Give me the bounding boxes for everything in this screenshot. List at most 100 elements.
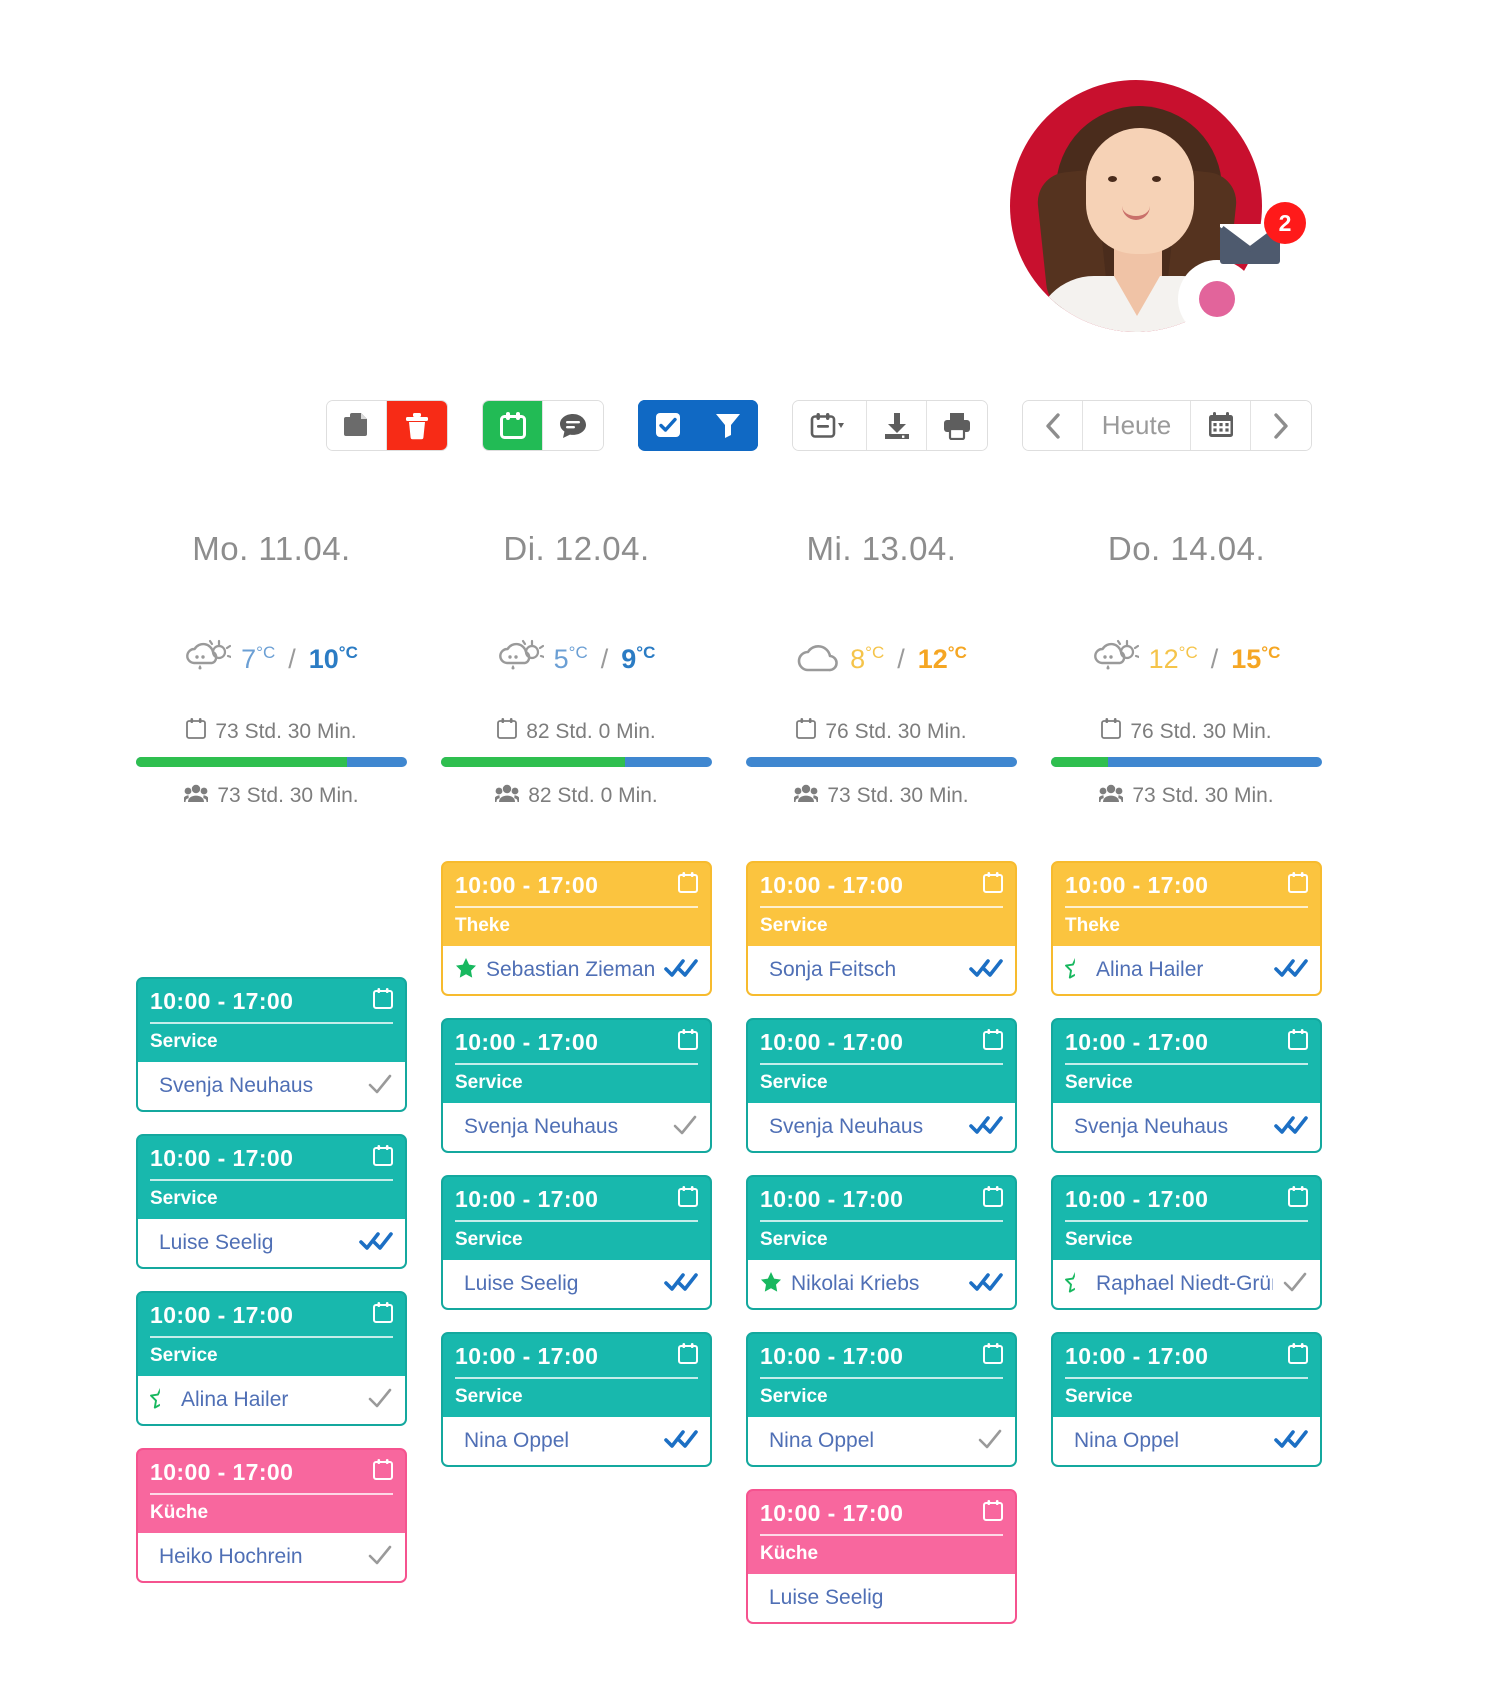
comment-button[interactable] xyxy=(543,401,603,450)
shift-list: 10:00 - 17:00 Service Sonja Feitsch 10:0… xyxy=(746,861,1017,1624)
previous-period-button[interactable] xyxy=(1023,401,1083,450)
shift-card[interactable]: 10:00 - 17:00 Service Luise Seelig xyxy=(441,1175,712,1310)
shift-card[interactable]: 10:00 - 17:00 Service Nina Oppel xyxy=(746,1332,1017,1467)
shift-time: 10:00 - 17:00 xyxy=(150,988,294,1014)
empty-slot xyxy=(136,861,407,977)
cloud-icon xyxy=(796,640,840,679)
shift-person-name: Svenja Neuhaus xyxy=(464,1115,619,1138)
people-icon xyxy=(1097,783,1125,809)
shift-card[interactable]: 10:00 - 17:00 Service Luise Seelig xyxy=(136,1134,407,1269)
shift-time: 10:00 - 17:00 xyxy=(150,1459,294,1485)
shift-card[interactable]: 10:00 - 17:00 Service Alina Hailer xyxy=(136,1291,407,1426)
shift-card-footer: Nina Oppel xyxy=(1053,1417,1320,1465)
shift-card[interactable]: 10:00 - 17:00 Service Nina Oppel xyxy=(441,1332,712,1467)
shift-calendar-icon xyxy=(1288,1343,1308,1370)
shift-status-icon xyxy=(1274,1114,1308,1141)
shift-calendar-icon xyxy=(983,1500,1003,1527)
weather-max-temp: 10°C xyxy=(308,643,358,674)
shift-person-name: Svenja Neuhaus xyxy=(769,1115,924,1138)
select-all-button[interactable] xyxy=(638,400,698,449)
shift-time: 10:00 - 17:00 xyxy=(150,1145,294,1171)
planned-hours-row: 73 Std. 30 Min. xyxy=(136,718,407,746)
delete-button[interactable] xyxy=(387,401,447,450)
shift-card[interactable]: 10:00 - 17:00 Service Svenja Neuhaus xyxy=(441,1018,712,1153)
navigation-group: Heute xyxy=(1022,400,1312,451)
actual-hours-row: 73 Std. 30 Min. xyxy=(1051,783,1322,809)
shift-card-header: 10:00 - 17:00 Küche xyxy=(748,1491,1015,1574)
actual-hours-row: 73 Std. 30 Min. xyxy=(136,783,407,809)
shift-calendar-icon xyxy=(1288,1186,1308,1213)
shift-time: 10:00 - 17:00 xyxy=(1065,1343,1209,1369)
shift-card[interactable]: 10:00 - 17:00 Küche Luise Seelig xyxy=(746,1489,1017,1624)
shift-person-name: Svenja Neuhaus xyxy=(1074,1115,1229,1138)
shift-calendar-icon xyxy=(1288,1029,1308,1056)
shift-card[interactable]: 10:00 - 17:00 Service Svenja Neuhaus xyxy=(1051,1018,1322,1153)
shift-card-footer: Sebastian Ziemann xyxy=(443,946,710,994)
print-button[interactable] xyxy=(927,401,987,450)
half-star-icon xyxy=(1065,1271,1087,1298)
weather-separator: / xyxy=(897,643,905,674)
planned-hours: 73 Std. 30 Min. xyxy=(215,720,357,743)
weather-min-temp: 12°C xyxy=(1148,643,1198,674)
shift-person-name: Luise Seelig xyxy=(464,1272,579,1295)
shift-card[interactable]: 10:00 - 17:00 Küche Heiko Hochrein xyxy=(136,1448,407,1583)
week-grid: Mo. 11.04. 7°C / 10°C 73 Std. 30 Min. 73… xyxy=(136,530,1366,1646)
download-button[interactable] xyxy=(867,401,927,450)
shift-status-icon xyxy=(664,1271,698,1298)
full-star-icon xyxy=(455,957,477,984)
shift-card-header: 10:00 - 17:00 Theke xyxy=(443,863,710,946)
shift-card-header: 10:00 - 17:00 Service xyxy=(138,1293,405,1376)
today-button[interactable]: Heute xyxy=(1083,401,1191,450)
calendar-icon xyxy=(796,718,817,746)
filter-button[interactable] xyxy=(698,400,758,449)
mail-badge-count: 2 xyxy=(1264,202,1306,244)
planned-hours: 76 Std. 30 Min. xyxy=(1130,720,1272,743)
shift-card-footer: Nina Oppel xyxy=(748,1417,1015,1465)
shift-card[interactable]: 10:00 - 17:00 Service Svenja Neuhaus xyxy=(746,1018,1017,1153)
calendar-grid-icon xyxy=(1208,412,1234,439)
shift-time: 10:00 - 17:00 xyxy=(1065,1029,1209,1055)
create-group xyxy=(482,400,604,451)
sun-rain-cloud-icon xyxy=(1093,639,1140,680)
shift-status-icon xyxy=(672,1114,698,1141)
shift-time: 10:00 - 17:00 xyxy=(760,872,904,898)
messages-button[interactable]: 2 xyxy=(1220,202,1312,294)
shift-card[interactable]: 10:00 - 17:00 Theke Alina Hailer xyxy=(1051,861,1322,996)
day-weather: 8°C / 12°C xyxy=(746,616,1017,702)
shift-card-header: 10:00 - 17:00 Service xyxy=(138,1136,405,1219)
shift-calendar-icon xyxy=(373,1145,393,1172)
select-filter-group xyxy=(638,400,758,451)
next-period-button[interactable] xyxy=(1251,401,1311,450)
weather-separator: / xyxy=(600,643,609,674)
shift-card[interactable]: 10:00 - 17:00 Service Nikolai Kriebs xyxy=(746,1175,1017,1310)
shift-card[interactable]: 10:00 - 17:00 Service Svenja Neuhaus xyxy=(136,977,407,1112)
shift-time: 10:00 - 17:00 xyxy=(760,1029,904,1055)
shift-person-name: Raphael Niedt-Grünbauer xyxy=(1096,1272,1273,1295)
shift-role: Service xyxy=(455,1072,523,1093)
shift-role: Service xyxy=(150,1188,218,1209)
shift-card[interactable]: 10:00 - 17:00 Service Raphael Niedt-Grün… xyxy=(1051,1175,1322,1310)
shift-card-footer: Svenja Neuhaus xyxy=(138,1062,405,1110)
actual-hours-row: 82 Std. 0 Min. xyxy=(441,783,712,809)
day-title: Mo. 11.04. xyxy=(192,530,351,567)
date-picker-button[interactable] xyxy=(1191,401,1251,450)
shift-card[interactable]: 10:00 - 17:00 Service Nina Oppel xyxy=(1051,1332,1322,1467)
shift-card[interactable]: 10:00 - 17:00 Service Sonja Feitsch xyxy=(746,861,1017,996)
shift-role: Theke xyxy=(1065,915,1120,936)
shift-card[interactable]: 10:00 - 17:00 Theke Sebastian Ziemann xyxy=(441,861,712,996)
shift-status-icon xyxy=(359,1230,393,1257)
shift-card-header: 10:00 - 17:00 Service xyxy=(1053,1020,1320,1103)
shift-list: 10:00 - 17:00 Theke Alina Hailer 10:00 -… xyxy=(1051,861,1322,1467)
add-shift-button[interactable] xyxy=(483,401,543,450)
view-mode-button[interactable] xyxy=(793,401,867,450)
shift-role: Service xyxy=(1065,1072,1133,1093)
shift-card-header: 10:00 - 17:00 Service xyxy=(138,979,405,1062)
copy-button[interactable] xyxy=(327,401,387,450)
shift-card-footer: Heiko Hochrein xyxy=(138,1533,405,1581)
actual-hours: 73 Std. 30 Min. xyxy=(217,784,359,807)
shift-status-icon xyxy=(969,957,1003,984)
shift-status-icon xyxy=(969,1114,1003,1141)
shift-card-header: 10:00 - 17:00 Theke xyxy=(1053,863,1320,946)
shift-list: 10:00 - 17:00 Theke Sebastian Ziemann 10… xyxy=(441,861,712,1467)
planned-hours-row: 76 Std. 30 Min. xyxy=(746,718,1017,746)
